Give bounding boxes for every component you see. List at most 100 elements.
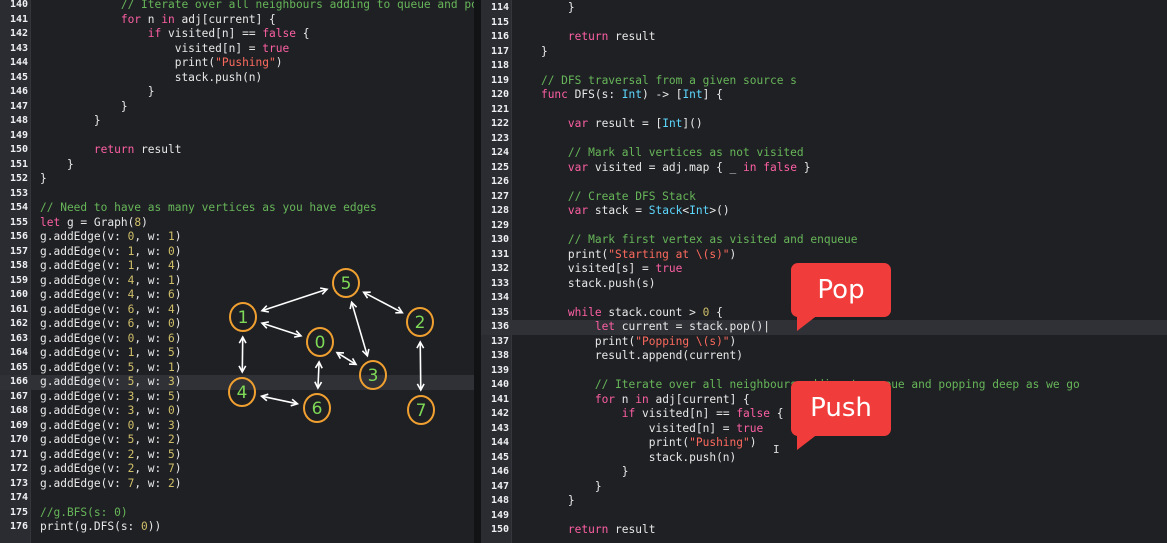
code-text[interactable]: visited[s] = true [514,262,683,277]
code-line[interactable]: 148 } [0,114,474,129]
code-line[interactable]: 152} [0,172,474,187]
code-text[interactable]: } [514,465,629,480]
code-line[interactable]: 156 g.addEdge(v: 0, w: 1) [0,230,474,245]
code-line[interactable]: 145 stack.push(n) [481,451,1167,466]
code-line[interactable]: 149 [481,509,1167,524]
code-line[interactable]: 121 [481,103,1167,118]
code-text[interactable]: } [514,480,602,495]
code-text[interactable]: } [514,494,575,509]
code-text[interactable]: g.addEdge(v: 3, w: 0) [40,404,182,419]
code-text[interactable]: //g.BFS(s: 0) [40,506,128,521]
code-line[interactable]: 130 // Mark first vertex as visited and … [481,233,1167,248]
code-text[interactable]: g.addEdge(v: 6, w: 0) [40,317,182,332]
code-text[interactable]: g.addEdge(v: 5, w: 1) [40,361,182,376]
code-line[interactable]: 146 } [0,85,474,100]
code-line[interactable]: 114 } [481,1,1167,16]
code-text[interactable]: g.addEdge(v: 7, w: 2) [40,477,182,492]
code-line[interactable]: 172 g.addEdge(v: 2, w: 7) [0,462,474,477]
code-text[interactable]: g.addEdge(v: 0, w: 1) [40,230,182,245]
code-text[interactable]: result.append(current) [514,349,743,364]
code-text[interactable]: g.addEdge(v: 1, w: 0) [40,245,182,260]
code-line[interactable]: 157 g.addEdge(v: 1, w: 0) [0,245,474,260]
code-line[interactable]: 144 print("Pushing") [0,56,474,71]
code-text[interactable]: return result [40,143,182,158]
code-line[interactable]: 173 g.addEdge(v: 7, w: 2) [0,477,474,492]
code-text[interactable]: var visited = adj.map { _ in false } [514,161,811,176]
left-editor-pane[interactable]: 140 // Iterate over all neighbours addin… [0,0,474,543]
code-line[interactable]: 155 let g = Graph(8) [0,216,474,231]
code-line[interactable]: 127 // Create DFS Stack [481,190,1167,205]
code-text[interactable]: visited[n] = true [40,42,290,57]
code-line[interactable]: 125 var visited = adj.map { _ in false } [481,161,1167,176]
code-text[interactable]: g.addEdge(v: 4, w: 1) [40,274,182,289]
code-line[interactable]: 115 [481,16,1167,31]
code-line[interactable]: 145 stack.push(n) [0,71,474,86]
code-text[interactable]: g.addEdge(v: 0, w: 3) [40,419,182,434]
code-text[interactable]: g.addEdge(v: 5, w: 2) [40,433,182,448]
code-text[interactable]: g.addEdge(v: 2, w: 5) [40,448,182,463]
code-line[interactable]: 150 return result [481,523,1167,538]
code-text[interactable]: // Iterate over all neighbours adding to… [40,0,474,13]
code-line[interactable]: 139 [481,364,1167,379]
code-line[interactable]: 147 } [481,480,1167,495]
code-line[interactable]: 175 //g.BFS(s: 0) [0,506,474,521]
code-line[interactable]: 141 for n in adj[current] { [0,13,474,28]
code-text[interactable]: g.addEdge(v: 2, w: 7) [40,462,182,477]
code-text[interactable]: print("Pushing") [40,56,283,71]
code-line[interactable]: 126 [481,175,1167,190]
code-text[interactable]: if visited[n] == false { [40,27,310,42]
code-text[interactable]: // Mark all vertices as not visited [514,146,804,161]
code-line[interactable]: 143 visited[n] = true [0,42,474,57]
code-line[interactable]: 147 } [0,100,474,115]
code-line[interactable]: 118 [481,59,1167,74]
code-text[interactable]: // Mark first vertex as visited and enqu… [514,233,858,248]
code-line[interactable]: 131 print("Starting at \(s)") [481,248,1167,263]
code-text[interactable]: print("Pushing") [514,436,757,451]
code-text[interactable]: stack.push(s) [514,277,656,292]
code-line[interactable]: 142 if visited[n] == false { [0,27,474,42]
code-text[interactable]: g.addEdge(v: 1, w: 4) [40,259,182,274]
split-divider[interactable] [474,0,481,543]
code-text[interactable]: g.addEdge(v: 1, w: 5) [40,346,182,361]
code-line[interactable]: 117 } [481,45,1167,60]
code-text[interactable]: let current = stack.pop()| [514,320,770,335]
code-text[interactable]: g.addEdge(v: 5, w: 3) [40,375,182,390]
code-line[interactable]: 146 } [481,465,1167,480]
code-text[interactable]: if visited[n] == false { [514,407,784,422]
code-text[interactable]: } [40,85,155,100]
code-text[interactable]: // Need to have as many vertices as you … [40,201,377,216]
code-text[interactable]: var stack = Stack<Int>() [514,204,730,219]
code-text[interactable]: return result [514,30,656,45]
code-line[interactable]: 122 var result = [Int]() [481,117,1167,132]
code-line[interactable]: 149 [0,129,474,144]
code-line[interactable]: 144 print("Pushing") [481,436,1167,451]
code-line[interactable]: 137 print("Popping \(s)") [481,335,1167,350]
code-line[interactable]: 151 } [0,158,474,173]
code-line[interactable]: 116 return result [481,30,1167,45]
code-text[interactable]: for n in adj[current] { [40,13,276,28]
code-line[interactable]: 171 g.addEdge(v: 2, w: 5) [0,448,474,463]
code-text[interactable]: while stack.count > 0 { [514,306,723,321]
code-text[interactable]: print("Starting at \(s)") [514,248,736,263]
code-line[interactable]: 119 // DFS traversal from a given source… [481,74,1167,89]
code-line[interactable]: 124 // Mark all vertices as not visited [481,146,1167,161]
code-text[interactable]: } [40,158,74,173]
code-text[interactable]: for n in adj[current] { [514,393,750,408]
code-text[interactable]: // Create DFS Stack [514,190,696,205]
code-text[interactable]: g.addEdge(v: 3, w: 5) [40,390,182,405]
code-line[interactable]: 123 [481,132,1167,147]
code-line[interactable]: 154 // Need to have as many vertices as y… [0,201,474,216]
code-line[interactable]: 148 } [481,494,1167,509]
code-line[interactable]: 153 [0,187,474,202]
code-text[interactable]: } [514,1,575,16]
code-line[interactable]: 120 func DFS(s: Int) -> [Int] { [481,88,1167,103]
code-text[interactable]: } [514,45,548,60]
code-line[interactable]: 128 var stack = Stack<Int>() [481,204,1167,219]
code-text[interactable]: } [40,100,128,115]
code-text[interactable]: return result [514,523,656,538]
code-text[interactable]: // DFS traversal from a given source s [514,74,797,89]
code-text[interactable]: let g = Graph(8) [40,216,148,231]
code-text[interactable]: func DFS(s: Int) -> [Int] { [514,88,723,103]
code-line[interactable]: 170 g.addEdge(v: 5, w: 2) [0,433,474,448]
code-line[interactable]: 129 [481,219,1167,234]
